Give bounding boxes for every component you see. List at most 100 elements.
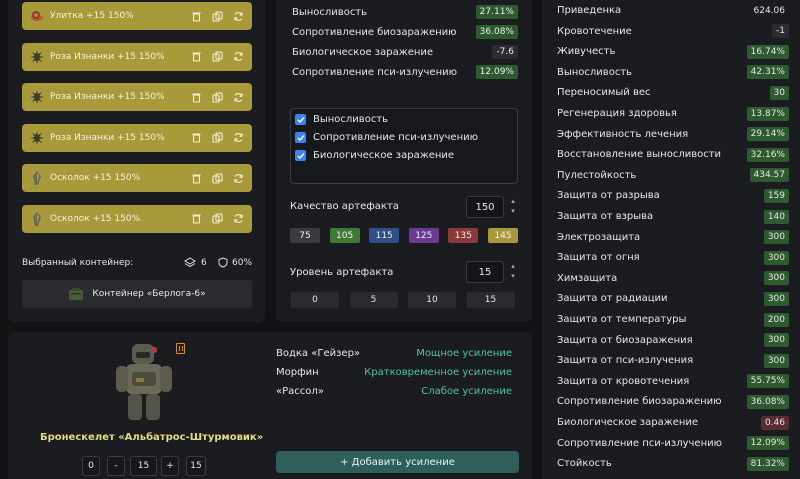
- summary-stat-label: Защита от взрыва: [557, 211, 654, 222]
- refresh-icon[interactable]: [232, 213, 244, 225]
- delete-icon[interactable]: [190, 213, 202, 225]
- checkbox[interactable]: [295, 114, 306, 125]
- checkbox[interactable]: [295, 150, 306, 161]
- stat-value: 27.11%: [475, 5, 518, 19]
- boost-effect[interactable]: Кратковременное усиление: [364, 367, 512, 378]
- summary-stat-label: Биологическое заражение: [557, 417, 699, 428]
- copy-icon[interactable]: [211, 213, 223, 225]
- summary-stat-value: 200: [763, 312, 789, 327]
- level-preset-button[interactable]: 5: [349, 292, 398, 308]
- quality-input[interactable]: 150: [466, 196, 504, 218]
- artifact-row[interactable]: Осколок +15 150%: [22, 204, 252, 233]
- artifact-row[interactable]: Роза Изнанки +15 150%: [22, 42, 252, 71]
- level-decrement[interactable]: ▾: [509, 272, 517, 280]
- stat-value: 12.09%: [475, 65, 518, 79]
- summary-stat-row: Защита от огня 300: [557, 249, 789, 266]
- filter-label: Биологическое заражение: [313, 150, 455, 161]
- delete-icon[interactable]: [190, 10, 202, 22]
- refresh-icon[interactable]: [232, 10, 244, 22]
- copy-icon[interactable]: [211, 51, 223, 63]
- stat-label: Биологическое заражение: [292, 46, 434, 58]
- copy-icon[interactable]: [211, 132, 223, 144]
- armor-level-increment[interactable]: +: [161, 456, 179, 476]
- refresh-icon[interactable]: [232, 51, 244, 63]
- container-slots: 6: [184, 257, 207, 268]
- filter-checkbox-row[interactable]: Биологическое заражение: [295, 150, 454, 161]
- summary-stat-row: Кровотечение -1: [557, 23, 789, 40]
- add-boost-button[interactable]: + Добавить усиление: [276, 451, 519, 473]
- shard-icon: [30, 211, 44, 226]
- boost-item: Водка «Гейзер»: [276, 348, 361, 359]
- stat-filter-list: Выносливость Сопротивление пси-излучению Б…: [290, 108, 518, 184]
- summary-stat-value: 32.16%: [746, 147, 789, 162]
- artifact-name: Осколок +15 150%: [50, 173, 141, 183]
- stat-row: Сопротивление пси-излучению 12.09%: [292, 64, 518, 80]
- filter-checkbox-row[interactable]: Выносливость: [295, 114, 388, 125]
- level-preset-button[interactable]: 10: [408, 292, 456, 308]
- summary-stat-row: Защита от температуры 200: [557, 311, 789, 328]
- delete-icon[interactable]: [190, 91, 202, 103]
- summary-stat-row: Защита от разрыва 159: [557, 187, 789, 204]
- delete-icon[interactable]: [190, 132, 202, 144]
- summary-stat-value: 624.06: [753, 5, 786, 16]
- selected-container-label: Выбранный контейнер:: [22, 258, 134, 268]
- refresh-icon[interactable]: [232, 91, 244, 103]
- boost-effect[interactable]: Слабое усиление: [421, 386, 512, 397]
- summary-stat-label: Защита от разрыва: [557, 190, 660, 202]
- delete-icon[interactable]: [190, 172, 202, 184]
- quality-label: Качество артефакта: [290, 201, 399, 212]
- artifact-row[interactable]: Улитка +15 150%: [22, 2, 252, 30]
- quality-increment[interactable]: ▴: [509, 197, 517, 205]
- checkbox[interactable]: [295, 132, 306, 143]
- stat-label: Сопротивление пси-излучению: [292, 66, 458, 78]
- summary-stat-label: Защита от радиации: [557, 293, 668, 305]
- copy-icon[interactable]: [211, 172, 223, 184]
- artifact-row[interactable]: Роза Изнанки +15 150%: [22, 123, 252, 152]
- summary-stat-label: Химзащита: [557, 272, 618, 284]
- refresh-icon[interactable]: [232, 172, 244, 184]
- copy-icon[interactable]: [211, 10, 223, 22]
- summary-stat-label: Кровотечение: [557, 25, 632, 37]
- summary-stat-label: Эффективность лечения: [557, 128, 689, 140]
- refresh-icon[interactable]: [232, 132, 244, 144]
- container-button[interactable]: Контейнер «Берлога-6»: [22, 280, 252, 308]
- delete-icon[interactable]: [190, 51, 202, 63]
- boost-item: «Рассол»: [276, 386, 324, 397]
- quality-preset-button[interactable]: 125: [408, 228, 439, 243]
- level-preset-button[interactable]: 0: [291, 292, 339, 308]
- copy-icon[interactable]: [211, 91, 223, 103]
- summary-stat-label: Сопротивление пси-излучению: [557, 437, 723, 449]
- summary-stat-label: Пулестойкость: [557, 169, 637, 181]
- armor-level-max[interactable]: 15: [186, 456, 206, 476]
- artifact-row[interactable]: Роза Изнанки +15 150%: [22, 83, 252, 111]
- armor-level-decrement[interactable]: -: [107, 456, 125, 476]
- artifact-row[interactable]: Осколок +15 150%: [22, 164, 252, 192]
- quality-preset-button[interactable]: 75: [290, 228, 320, 243]
- armor-level-input[interactable]: 15: [130, 456, 157, 476]
- quality-preset-button[interactable]: 105: [329, 228, 360, 243]
- summary-stat-value: 300: [763, 271, 789, 286]
- level-input[interactable]: 15: [466, 261, 504, 283]
- quality-preset-button[interactable]: 145: [488, 228, 518, 243]
- level-increment[interactable]: ▴: [509, 262, 517, 270]
- summary-stat-value: 13.87%: [746, 106, 789, 121]
- summary-stat-value: 30: [769, 85, 789, 100]
- quality-preset-button[interactable]: 115: [369, 228, 400, 243]
- summary-stat-label: Регенерация здоровья: [557, 108, 677, 119]
- filter-checkbox-row[interactable]: Сопротивление пси-излучению: [295, 132, 478, 143]
- armor-level-min[interactable]: 0: [82, 456, 100, 476]
- summary-stat-row: Защита от взрыва 140: [557, 208, 789, 225]
- summary-stat-row: Защита от биозаражения 300: [557, 332, 789, 349]
- summary-stat-label: Электрозащита: [557, 231, 641, 243]
- summary-stat-row: Живучесть 16.74%: [557, 43, 789, 60]
- summary-stat-row: Биологическое заражение 0.46: [557, 414, 789, 431]
- boost-effect[interactable]: Мощное усиление: [416, 348, 512, 359]
- quality-decrement[interactable]: ▾: [509, 207, 517, 215]
- quality-preset-button[interactable]: 135: [448, 228, 479, 243]
- stat-value: -7.6: [492, 45, 518, 59]
- summary-stat-row: Электрозащита 300: [557, 229, 789, 246]
- summary-stat-value: 12.09%: [746, 436, 789, 451]
- level-preset-button[interactable]: 15: [466, 292, 515, 308]
- stat-row: Выносливость 27.11%: [292, 4, 518, 20]
- armor-remove-icon[interactable]: [176, 343, 185, 354]
